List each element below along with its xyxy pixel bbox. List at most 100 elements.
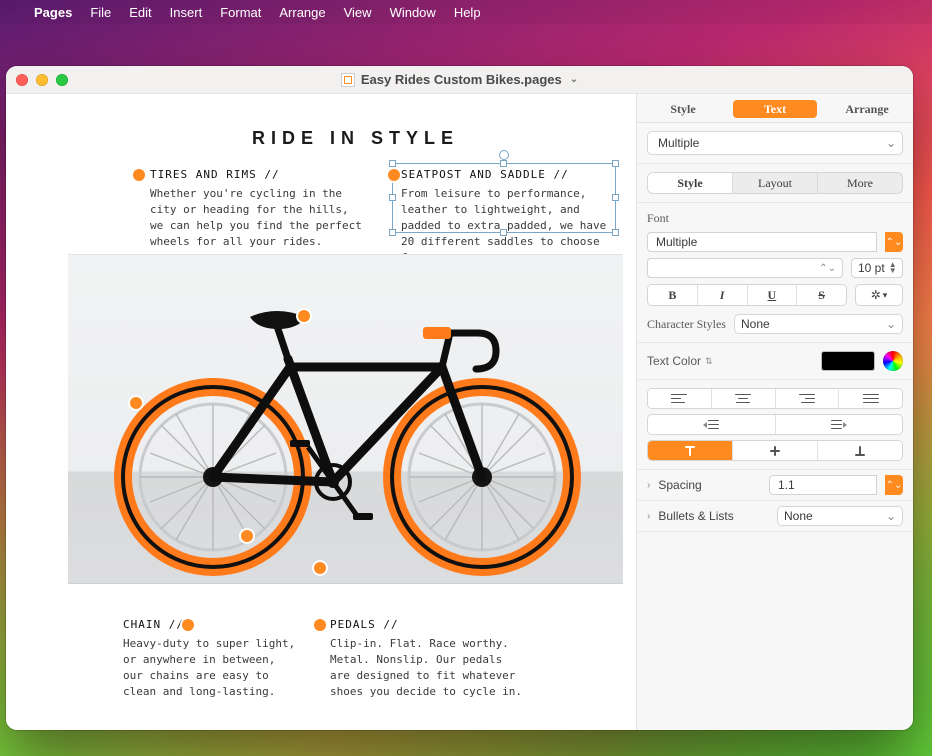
paragraph-style-select[interactable]: Multiple ⌄: [647, 131, 903, 155]
document-title[interactable]: Easy Rides Custom Bikes.pages ⌄: [341, 72, 578, 87]
font-size-stepper[interactable]: ▲▼: [889, 262, 897, 274]
bike-illustration: [90, 277, 602, 577]
chevron-down-icon: ⌄: [886, 317, 896, 331]
chevron-down-icon: ⌄: [570, 74, 578, 85]
font-label: Font: [647, 211, 903, 226]
resize-handle[interactable]: [612, 229, 619, 236]
resize-handle[interactable]: [612, 194, 619, 201]
page-headline[interactable]: RIDE IN STYLE: [252, 128, 623, 149]
spacing-row: › Spacing 1.1 ⌃⌄: [637, 470, 913, 501]
charstyles-value: None: [741, 317, 770, 331]
callout-dot: [388, 169, 400, 181]
callout-dot: [298, 310, 310, 322]
disclosure-icon[interactable]: ›: [647, 511, 650, 522]
text-advanced-button[interactable]: ✲▾: [855, 284, 903, 306]
valign-bottom-button[interactable]: [817, 441, 902, 460]
tab-arrange[interactable]: Arrange: [825, 100, 909, 118]
tab-style[interactable]: Style: [641, 100, 725, 118]
menu-edit[interactable]: Edit: [129, 5, 151, 20]
font-family-stepper[interactable]: ⌃⌄: [885, 232, 903, 252]
page: RIDE IN STYLE TIRES AND RIMS // Whether …: [68, 94, 623, 149]
callout-chain-title: CHAIN //: [123, 618, 298, 631]
resize-handle[interactable]: [612, 160, 619, 167]
resize-handle[interactable]: [389, 194, 396, 201]
macos-menubar: Pages File Edit Insert Format Arrange Vi…: [0, 0, 932, 24]
textbox-selection[interactable]: [392, 163, 616, 233]
callout-dot: [130, 397, 142, 409]
spacing-stepper[interactable]: ⌃⌄: [885, 475, 903, 495]
callout-pedals-body: Clip-in. Flat. Race worthy. Metal. Nonsl…: [330, 636, 525, 700]
menu-arrange[interactable]: Arrange: [279, 5, 325, 20]
callout-pedals-title: PEDALS //: [330, 618, 525, 631]
resize-handle[interactable]: [500, 160, 507, 167]
bike-photo[interactable]: [68, 254, 623, 584]
callout-pedals[interactable]: PEDALS // Clip-in. Flat. Race worthy. Me…: [330, 618, 525, 700]
font-size-value: 10 pt: [858, 261, 885, 275]
subtab-more[interactable]: More: [817, 173, 902, 193]
document-title-text: Easy Rides Custom Bikes.pages: [361, 72, 562, 87]
callout-tires-title: TIRES AND RIMS //: [150, 168, 365, 181]
rotation-handle[interactable]: [499, 150, 509, 160]
v-align-group: [647, 440, 903, 461]
bullets-value: None: [784, 509, 813, 523]
resize-handle[interactable]: [389, 160, 396, 167]
resize-handle[interactable]: [389, 229, 396, 236]
paragraph-style-value: Multiple: [658, 136, 699, 150]
font-family-select[interactable]: Multiple: [647, 232, 877, 252]
spacing-select[interactable]: 1.1: [769, 475, 877, 495]
menu-format[interactable]: Format: [220, 5, 261, 20]
font-size-field[interactable]: 10 pt ▲▼: [851, 258, 903, 278]
menu-view[interactable]: View: [344, 5, 372, 20]
app-menu[interactable]: Pages: [34, 5, 72, 20]
subtab-layout[interactable]: Layout: [732, 173, 817, 193]
align-justify-button[interactable]: [838, 389, 902, 408]
align-left-button[interactable]: [648, 389, 711, 408]
gear-icon: ✲: [871, 288, 881, 302]
menu-window[interactable]: Window: [390, 5, 436, 20]
font-style-select[interactable]: ⌃⌄: [647, 258, 843, 278]
charstyles-select[interactable]: None ⌄: [734, 314, 903, 334]
document-canvas[interactable]: RIDE IN STYLE TIRES AND RIMS // Whether …: [6, 94, 637, 730]
window-close-button[interactable]: [16, 74, 28, 86]
font-family-value: Multiple: [656, 235, 697, 249]
updown-icon: ⌃⌄: [819, 263, 836, 274]
callout-dot: [314, 619, 326, 631]
window-minimize-button[interactable]: [36, 74, 48, 86]
callout-chain-body: Heavy-duty to super light, or anywhere i…: [123, 636, 298, 700]
menu-insert[interactable]: Insert: [170, 5, 203, 20]
window-zoom-button[interactable]: [56, 74, 68, 86]
text-emphasis-group: B I U S: [647, 284, 847, 306]
format-inspector: Style Text Arrange Multiple ⌄ Style Layo…: [637, 94, 913, 730]
text-subtabs: Style Layout More: [647, 172, 903, 194]
callout-dot: [314, 562, 326, 574]
valign-top-button[interactable]: [648, 441, 732, 460]
traffic-lights: [16, 74, 68, 86]
underline-button[interactable]: U: [747, 285, 797, 305]
callout-tires[interactable]: TIRES AND RIMS // Whether you're cycling…: [150, 168, 365, 250]
tab-text[interactable]: Text: [733, 100, 817, 118]
align-center-button[interactable]: [711, 389, 775, 408]
h-align-group: [647, 388, 903, 409]
valign-middle-button[interactable]: [732, 441, 817, 460]
indent-group: [647, 414, 903, 435]
indent-button[interactable]: [775, 415, 903, 434]
menu-help[interactable]: Help: [454, 5, 481, 20]
align-right-button[interactable]: [775, 389, 839, 408]
outdent-button[interactable]: [648, 415, 775, 434]
menu-file[interactable]: File: [90, 5, 111, 20]
color-wheel-button[interactable]: [883, 351, 903, 371]
callout-chain[interactable]: CHAIN // Heavy-duty to super light, or a…: [123, 618, 298, 700]
strike-button[interactable]: S: [796, 285, 846, 305]
disclosure-icon[interactable]: ›: [647, 480, 650, 491]
bold-button[interactable]: B: [648, 285, 697, 305]
text-color-swatch[interactable]: [821, 351, 875, 371]
chevron-down-icon: ⌄: [886, 136, 896, 150]
bullets-label: Bullets & Lists: [658, 509, 769, 523]
subtab-style[interactable]: Style: [648, 173, 732, 193]
text-color-label: Text Color ⇅: [647, 354, 813, 368]
bullets-select[interactable]: None ⌄: [777, 506, 903, 526]
resize-handle[interactable]: [500, 229, 507, 236]
italic-button[interactable]: I: [697, 285, 747, 305]
callout-dot: [182, 619, 194, 631]
spacing-label: Spacing: [658, 478, 761, 492]
